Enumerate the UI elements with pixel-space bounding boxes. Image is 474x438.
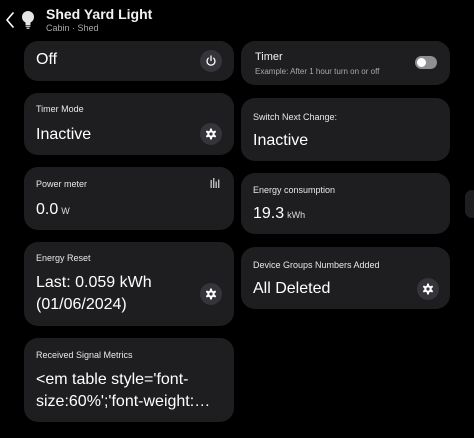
device-groups-label: Device Groups Numbers Added — [253, 260, 380, 270]
energy-consumption-value: 19.3 — [253, 205, 285, 222]
energy-consumption-reading: 19.3 kWh — [253, 205, 305, 223]
gear-icon — [205, 128, 217, 140]
gear-icon — [205, 288, 217, 300]
timer-mode-label: Timer Mode — [36, 104, 84, 114]
power-card[interactable]: Off — [24, 41, 234, 81]
header: Shed Yard Light Cabin · Shed — [0, 0, 474, 40]
device-location: Cabin · Shed — [46, 23, 99, 33]
power-meter-label: Power meter — [36, 179, 88, 189]
power-meter-unit: W — [61, 206, 70, 216]
timer-hint: Example: After 1 hour turn on or off — [255, 67, 380, 76]
power-meter-value: 0.0 — [36, 201, 59, 218]
light-bulb-icon — [22, 11, 34, 29]
timer-card[interactable]: Timer Example: After 1 hour turn on or o… — [241, 41, 450, 85]
timer-mode-value: Inactive — [36, 126, 92, 143]
power-button[interactable] — [200, 50, 222, 72]
timer-toggle[interactable] — [415, 56, 437, 69]
device-groups-settings-button[interactable] — [417, 278, 439, 300]
timer-mode-card[interactable]: Timer Mode Inactive — [24, 93, 234, 155]
energy-reset-last: Last: 0.059 kWh — [36, 274, 152, 291]
page-title: Shed Yard Light — [46, 6, 153, 22]
back-button[interactable] — [2, 10, 18, 30]
switch-next-change-value: Inactive — [253, 132, 309, 149]
energy-reset-label: Energy Reset — [36, 253, 91, 263]
bar-chart-icon[interactable] — [210, 178, 220, 188]
device-groups-value: All Deleted — [253, 280, 331, 297]
timer-mode-settings-button[interactable] — [200, 123, 222, 145]
power-icon — [206, 55, 216, 66]
switch-next-change-card[interactable]: Switch Next Change: Inactive — [241, 98, 450, 161]
side-drawer-handle[interactable] — [465, 190, 474, 218]
signal-metrics-line1: <em table style='font- — [36, 371, 189, 388]
signal-metrics-label: Received Signal Metrics — [36, 350, 133, 360]
energy-consumption-unit: kWh — [287, 210, 306, 220]
energy-consumption-label: Energy consumption — [253, 185, 336, 195]
timer-label: Timer — [255, 51, 283, 63]
switch-next-change-label: Switch Next Change: — [253, 112, 338, 122]
energy-reset-date: (01/06/2024) — [36, 296, 127, 313]
energy-reset-settings-button[interactable] — [200, 283, 222, 305]
energy-reset-card[interactable]: Energy Reset Last: 0.059 kWh (01/06/2024… — [24, 242, 234, 326]
power-meter-reading: 0.0 W — [36, 201, 70, 219]
chevron-left-icon — [6, 12, 14, 28]
signal-metrics-line2: size:60%';'font-weight:… — [36, 393, 211, 410]
device-groups-card[interactable]: Device Groups Numbers Added All Deleted — [241, 247, 450, 309]
device-page: Shed Yard Light Cabin · Shed Off Timer E… — [0, 0, 474, 438]
power-state: Off — [36, 51, 58, 68]
gear-icon — [422, 283, 434, 295]
signal-metrics-card[interactable]: Received Signal Metrics <em table style=… — [24, 338, 234, 422]
energy-consumption-card[interactable]: Energy consumption 19.3 kWh — [241, 173, 450, 234]
timer-toggle-knob — [417, 58, 426, 67]
power-meter-card[interactable]: Power meter 0.0 W — [24, 167, 234, 230]
